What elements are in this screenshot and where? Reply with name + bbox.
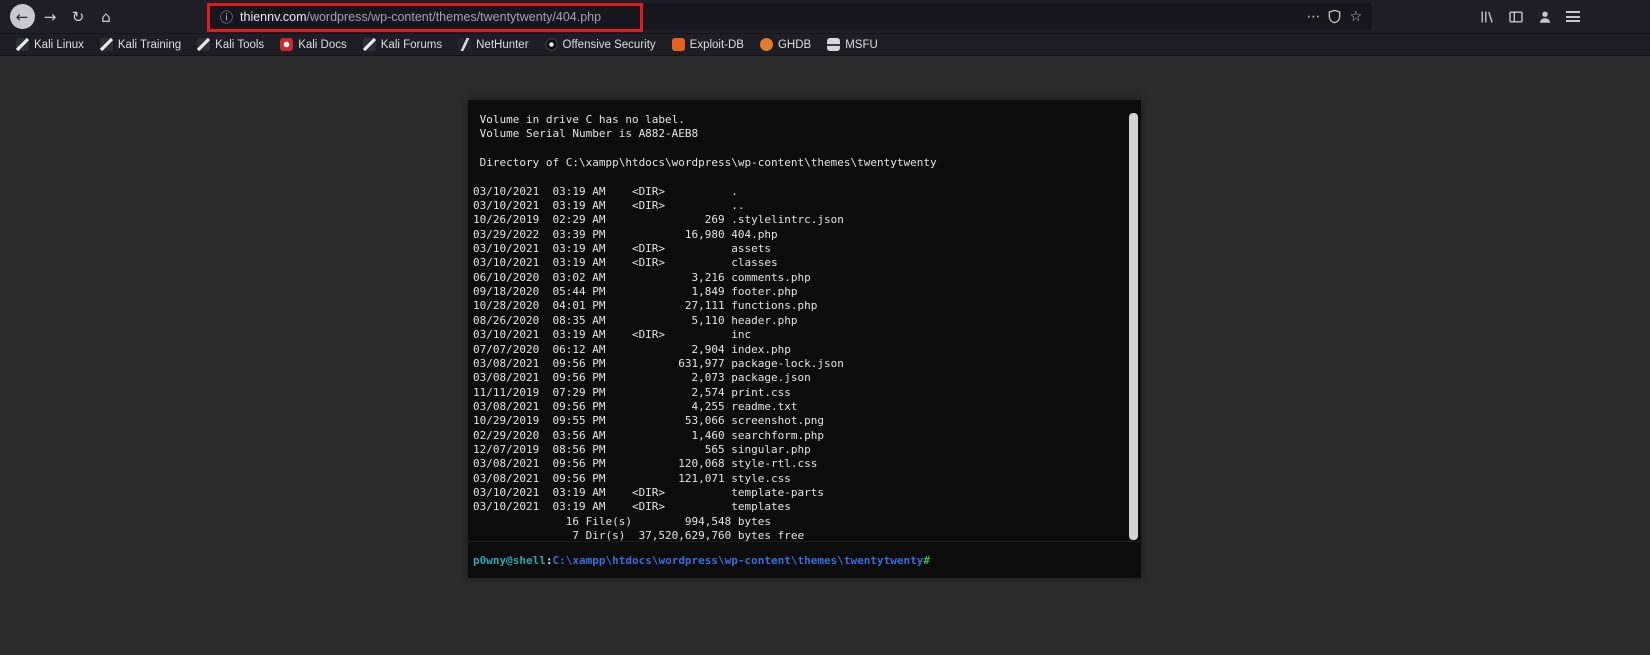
ghdb-icon	[759, 38, 773, 51]
kali-tools-icon	[197, 38, 211, 51]
url-path: /wordpress/wp-content/themes/twentytwent…	[306, 9, 602, 24]
shell-scrollbar[interactable]	[1128, 100, 1139, 541]
shell-output: Volume in drive C has no label. Volume S…	[473, 113, 937, 541]
bookmark-kali-linux[interactable]: Kali Linux	[8, 34, 92, 55]
shell-command-input[interactable]	[933, 553, 1136, 567]
bookmark-label: Kali Linux	[34, 38, 84, 51]
exploit-db-icon	[671, 38, 685, 51]
bookmark-label: Kali Training	[117, 38, 182, 51]
library-icon[interactable]	[1479, 9, 1495, 25]
msfu-icon	[827, 38, 841, 51]
bookmark-offensive-security[interactable]: Offensive Security	[537, 34, 664, 55]
menu-hamburger-icon[interactable]	[1566, 11, 1580, 22]
kali-docs-icon	[280, 38, 294, 51]
bookmark-ghdb[interactable]: GHDB	[752, 34, 819, 55]
kali-training-icon	[99, 38, 113, 51]
bookmark-label: Kali Tools	[215, 38, 265, 51]
home-button[interactable]: ⌂	[92, 3, 120, 31]
reload-button[interactable]: ↻	[64, 3, 92, 31]
kali-forums-icon	[362, 38, 376, 51]
scrollbar-thumb[interactable]	[1129, 113, 1138, 540]
page-content: Volume in drive C has no label. Volume S…	[0, 57, 1650, 655]
toolbar-right-cluster	[1479, 0, 1580, 33]
bookmark-label: MSFU	[845, 38, 878, 51]
bookmark-exploit-db[interactable]: Exploit-DB	[664, 34, 752, 55]
bookmark-label: NetHunter	[476, 38, 529, 51]
bookmark-nethunter[interactable]: NetHunter	[450, 34, 536, 55]
bookmark-label: Offensive Security	[562, 38, 656, 51]
browser-toolbar: ← → ↻ ⌂ ⓘ thiennv.com/wordpress/wp-conte…	[0, 0, 1650, 33]
nethunter-icon	[458, 38, 472, 51]
bookmark-kali-training[interactable]: Kali Training	[92, 34, 189, 55]
bookmark-kali-docs[interactable]: Kali Docs	[272, 34, 355, 55]
back-button[interactable]: ←	[8, 3, 36, 31]
url-domain: thiennv.com	[240, 9, 307, 24]
bookmark-kali-tools[interactable]: Kali Tools	[189, 34, 272, 55]
bookmark-star-icon[interactable]: ☆	[1349, 9, 1362, 25]
shell-prompt-line: p0wny@shell: C:\xampp\htdocs\wordpress\wp…	[468, 541, 1141, 578]
tracking-protection-shield-icon[interactable]	[1327, 9, 1342, 24]
sidebar-toggle-icon[interactable]	[1508, 9, 1524, 25]
bookmark-kali-forums[interactable]: Kali Forums	[355, 34, 450, 55]
bookmark-label: Kali Docs	[298, 38, 347, 51]
account-icon[interactable]	[1537, 9, 1553, 25]
offensive-security-icon	[544, 38, 558, 51]
prompt-separator: :	[545, 553, 553, 567]
shell-output-area: Volume in drive C has no label. Volume S…	[468, 100, 1141, 541]
forward-button[interactable]: →	[36, 3, 64, 31]
address-bar[interactable]: ⓘ thiennv.com/wordpress/wp-content/theme…	[210, 3, 1372, 30]
bookmarks-bar: Kali Linux Kali Training Kali Tools Kali…	[0, 33, 1650, 56]
prompt-symbol: #	[923, 553, 930, 567]
prompt-cwd: C:\xampp\htdocs\wordpress\wp-content\the…	[552, 553, 924, 567]
page-actions-icon[interactable]: ⋯	[1306, 9, 1320, 25]
site-info-icon[interactable]: ⓘ	[220, 7, 233, 26]
webshell-panel: Volume in drive C has no label. Volume S…	[468, 100, 1141, 578]
prompt-user: p0wny@shell	[473, 553, 546, 567]
bookmark-msfu[interactable]: MSFU	[819, 34, 886, 55]
back-arrow-icon: ←	[9, 4, 35, 29]
bookmark-label: GHDB	[777, 38, 812, 51]
bookmark-label: Exploit-DB	[689, 38, 744, 51]
url-input[interactable]: thiennv.com/wordpress/wp-content/themes/…	[240, 10, 601, 24]
kali-linux-icon	[16, 38, 29, 51]
bookmark-label: Kali Forums	[380, 38, 443, 51]
